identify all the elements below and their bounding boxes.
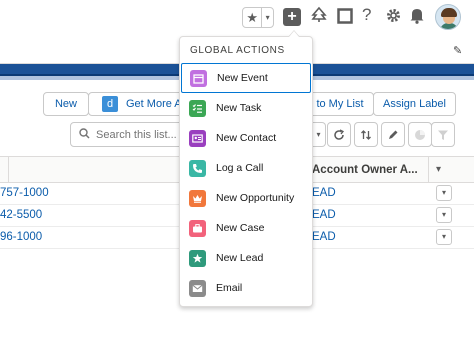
new-button[interactable]: New xyxy=(43,92,89,116)
guidance-center-icon[interactable] xyxy=(337,8,353,29)
phone-cell[interactable]: 42-5500 xyxy=(0,209,42,221)
chevron-down-icon[interactable]: ▾ xyxy=(436,164,441,175)
menu-item-new-event[interactable]: New Event xyxy=(181,63,311,93)
column-divider xyxy=(8,156,9,183)
assign-label-label: Assign Label xyxy=(383,98,446,110)
dropdown-pointer-inner xyxy=(289,31,299,37)
chart-icon xyxy=(408,122,432,147)
owner-cell[interactable]: EAD xyxy=(312,187,336,199)
row-actions-chevron-icon[interactable]: ▾ xyxy=(436,229,452,245)
sort-icon[interactable] xyxy=(354,122,378,147)
filter-icon xyxy=(431,122,455,147)
chevron-down-icon[interactable]: ▾ xyxy=(261,8,273,27)
menu-item-log-a-call[interactable]: Log a Call xyxy=(180,153,312,183)
phone-cell[interactable]: 96-1000 xyxy=(0,231,42,243)
crown-icon xyxy=(189,189,206,207)
envelope-icon xyxy=(189,279,206,297)
search-placeholder: Search this list... xyxy=(96,128,177,141)
menu-item-label: Log a Call xyxy=(216,162,264,174)
refresh-icon[interactable] xyxy=(327,122,351,147)
question-icon[interactable]: ? xyxy=(362,5,371,25)
row-actions-chevron-icon[interactable]: ▾ xyxy=(436,207,452,223)
global-actions-button[interactable]: + xyxy=(283,8,301,26)
assign-label-button[interactable]: Assign Label xyxy=(373,92,456,116)
edit-columns-icon[interactable] xyxy=(381,122,405,147)
briefcase-icon xyxy=(189,219,206,237)
list-controls-chevron[interactable]: ▾ xyxy=(312,122,326,147)
menu-item-new-contact[interactable]: New Contact xyxy=(180,123,312,153)
menu-item-label: New Lead xyxy=(216,252,264,264)
global-actions-menu: GLOBAL ACTIONS New Event New Task New Co… xyxy=(179,36,313,307)
menu-item-label: New Opportunity xyxy=(216,192,295,204)
new-button-label: New xyxy=(54,98,77,110)
menu-item-new-lead[interactable]: New Lead xyxy=(180,243,312,273)
menu-item-label: New Contact xyxy=(216,132,277,144)
menu-item-new-opportunity[interactable]: New Opportunity xyxy=(180,183,312,213)
row-actions-chevron-icon[interactable]: ▾ xyxy=(436,185,452,201)
contact-card-icon xyxy=(189,129,206,147)
menu-item-label: New Case xyxy=(216,222,265,234)
add-to-list-label: to My List xyxy=(316,98,364,110)
star-icon[interactable]: ★ xyxy=(243,10,261,26)
d-app-icon: d xyxy=(102,96,118,112)
task-list-icon xyxy=(189,99,206,117)
column-divider xyxy=(428,156,429,183)
avatar[interactable] xyxy=(435,4,461,30)
global-actions-heading: GLOBAL ACTIONS xyxy=(190,45,285,56)
menu-item-new-case[interactable]: New Case xyxy=(180,213,312,243)
global-header: ★ ▾ + ? xyxy=(0,0,474,36)
edit-pencil-icon[interactable]: ✎ xyxy=(453,44,462,57)
gear-icon[interactable] xyxy=(385,7,402,29)
menu-item-email[interactable]: Email xyxy=(180,273,312,303)
menu-item-label: Email xyxy=(216,282,243,294)
get-more-label: Get More A xyxy=(126,98,182,110)
menu-item-new-task[interactable]: New Task xyxy=(180,93,312,123)
get-more-button[interactable]: d Get More A xyxy=(88,92,184,116)
account-owner-column-header[interactable]: Account Owner A... xyxy=(312,164,418,176)
star-badge-icon xyxy=(189,249,206,267)
trailhead-icon[interactable] xyxy=(310,6,328,29)
owner-cell[interactable]: EAD xyxy=(312,231,336,243)
search-icon xyxy=(79,127,90,142)
favorites-button-group[interactable]: ★ ▾ xyxy=(242,7,274,28)
menu-item-label: New Event xyxy=(217,72,268,84)
phone-cell[interactable]: 757-1000 xyxy=(0,187,49,199)
phone-icon xyxy=(189,159,206,177)
search-input[interactable]: Search this list... xyxy=(70,122,184,147)
calendar-icon xyxy=(190,69,207,87)
menu-item-label: New Task xyxy=(216,102,262,114)
owner-cell[interactable]: EAD xyxy=(312,209,336,221)
add-to-list-button[interactable]: to My List xyxy=(306,92,374,116)
bell-icon[interactable] xyxy=(409,7,425,29)
